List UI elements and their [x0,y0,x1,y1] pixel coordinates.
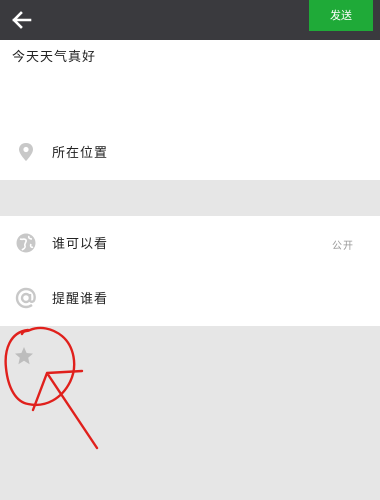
visibility-value: 公开 [332,241,354,252]
location-label: 所在位置 [52,146,109,161]
send-button[interactable]: 发送 [309,0,373,31]
visibility-row[interactable]: 谁可以看 公开 [0,216,380,271]
globe-icon [16,233,36,253]
options-section: 谁可以看 公开 提醒谁看 [0,216,380,326]
back-button[interactable] [8,4,40,36]
visibility-label: 谁可以看 [52,237,109,252]
compose-area[interactable]: 今天天气真好 所在位置 [0,40,380,180]
mention-label: 提醒谁看 [52,292,109,307]
red-annotation-drawing [4,326,99,450]
location-pin-icon [19,143,33,161]
top-bar: 发送 [0,0,380,40]
compose-input-text[interactable]: 今天天气真好 [12,46,362,66]
location-row[interactable]: 所在位置 [0,125,380,180]
arrow-left-icon [12,11,32,29]
at-icon [15,287,36,309]
